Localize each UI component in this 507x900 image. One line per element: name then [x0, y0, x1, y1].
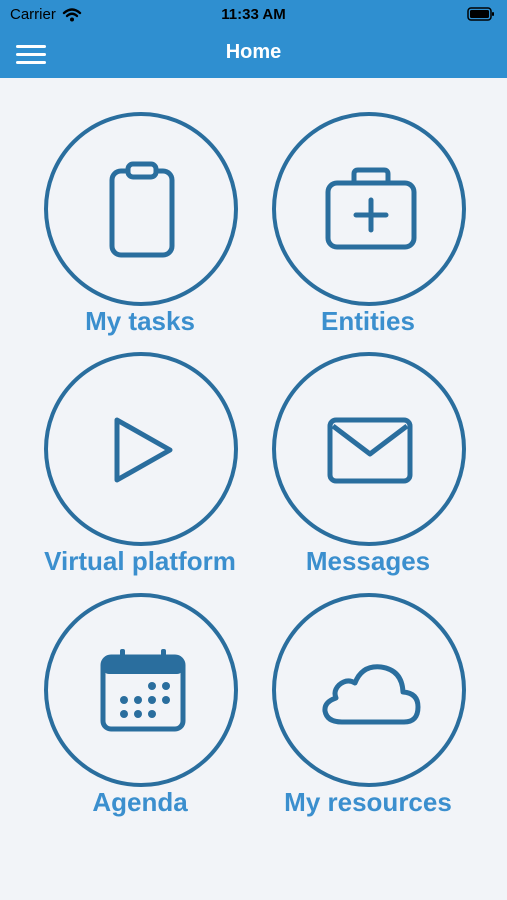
status-bar: Carrier 11:33 AM — [0, 0, 507, 30]
tile-my-tasks[interactable]: My tasks — [20, 112, 260, 342]
play-icon — [114, 417, 173, 483]
tile-circle — [44, 352, 238, 546]
tile-messages[interactable]: Messages — [248, 352, 488, 582]
status-time: 11:33 AM — [221, 6, 286, 23]
envelope-icon — [327, 417, 413, 484]
cloud-icon — [322, 664, 421, 725]
tile-circle — [44, 112, 238, 306]
page-title: Home — [225, 41, 282, 63]
tile-circle — [44, 593, 238, 787]
calendar-icon — [100, 649, 186, 732]
battery-icon — [467, 7, 494, 21]
tile-label: Entities — [321, 306, 415, 336]
nav-bar: Home — [0, 30, 507, 78]
tile-my-resources[interactable]: My resources — [248, 593, 488, 823]
tile-circle — [272, 112, 466, 306]
tile-entities[interactable]: Entities — [248, 112, 488, 342]
tile-virtual-platform[interactable]: Virtual platform — [20, 352, 260, 582]
tile-agenda[interactable]: Agenda — [20, 593, 260, 823]
tile-label: Messages — [305, 546, 431, 576]
tile-circle — [272, 352, 466, 546]
first-aid-case-icon — [325, 167, 417, 250]
tile-circle — [272, 593, 466, 787]
tile-label: My resources — [284, 787, 452, 817]
clipboard-icon — [109, 161, 175, 258]
